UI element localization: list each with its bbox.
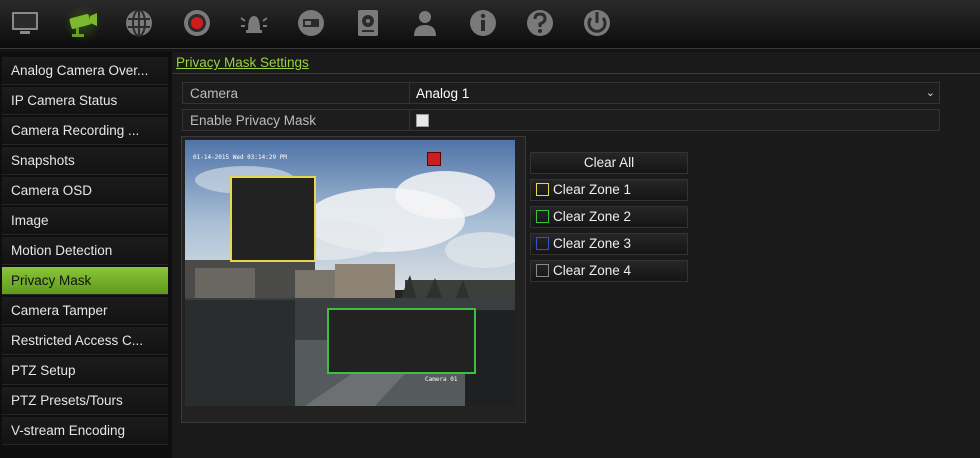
osd-timestamp: 01-14-2015 Wed 03:14:29 PM [193,154,287,161]
clear-zone-1-label: Clear Zone 1 [553,182,632,197]
monitor-icon[interactable] [6,4,44,42]
page-title: Privacy Mask Settings [176,55,309,70]
zone-1-swatch-icon [536,183,549,196]
clear-zone-3-label: Clear Zone 3 [553,236,632,251]
zone-3-swatch-icon [536,237,549,250]
sidebar: Analog Camera Over... IP Camera Status C… [0,52,172,458]
network-icon[interactable] [120,4,158,42]
recording-indicator-icon [427,152,441,166]
clear-zone-1-button[interactable]: Clear Zone 1 [530,179,688,201]
sidebar-item-motion-detection[interactable]: Motion Detection [2,237,168,265]
clear-zone-2-button[interactable]: Clear Zone 2 [530,206,688,228]
clear-all-button[interactable]: Clear All [530,152,688,174]
help-icon[interactable] [521,4,559,42]
info-icon[interactable] [464,4,502,42]
sidebar-item-analog-camera-overview[interactable]: Analog Camera Over... [2,57,168,85]
clear-zone-3-button[interactable]: Clear Zone 3 [530,233,688,255]
top-toolbar [0,0,980,49]
device-icon[interactable] [292,4,330,42]
zone-2-swatch-icon [536,210,549,223]
sidebar-item-camera-tamper[interactable]: Camera Tamper [2,297,168,325]
user-icon[interactable] [406,4,444,42]
power-icon[interactable] [578,4,616,42]
camera-select-value: Analog 1 [416,86,470,101]
osd-camera-name: Camera 01 [425,376,458,383]
video-preview-frame: 01-14-2015 Wed 03:14:29 PM Camera 01 [181,136,526,423]
main-panel: Privacy Mask Settings Camera Analog 1 ⌄ … [172,52,980,458]
record-icon[interactable] [178,4,216,42]
sidebar-item-snapshots[interactable]: Snapshots [2,147,168,175]
chevron-down-icon: ⌄ [925,87,935,99]
alarm-icon[interactable] [235,4,273,42]
clear-zone-4-label: Clear Zone 4 [553,263,632,278]
sidebar-item-privacy-mask[interactable]: Privacy Mask [2,267,168,295]
camera-icon[interactable] [64,4,102,42]
sidebar-item-camera-recording[interactable]: Camera Recording ... [2,117,168,145]
title-divider [172,73,980,74]
enable-privacy-mask-checkbox[interactable] [416,114,429,127]
sidebar-item-v-stream-encoding[interactable]: V-stream Encoding [2,417,168,445]
enable-privacy-mask-label: Enable Privacy Mask [190,113,317,128]
storage-icon[interactable] [349,4,387,42]
camera-row: Camera Analog 1 ⌄ [182,82,940,104]
enable-privacy-mask-row: Enable Privacy Mask [182,109,940,131]
camera-label: Camera [190,86,239,101]
sidebar-item-ip-camera-status[interactable]: IP Camera Status [2,87,168,115]
sidebar-item-ptz-presets-tours[interactable]: PTZ Presets/Tours [2,387,168,415]
clear-zone-2-label: Clear Zone 2 [553,209,632,224]
sidebar-item-image[interactable]: Image [2,207,168,235]
zone-4-swatch-icon [536,264,549,277]
privacy-zone-2[interactable] [327,308,476,374]
privacy-zone-1[interactable] [230,176,316,262]
clear-zone-4-button[interactable]: Clear Zone 4 [530,260,688,282]
enable-privacy-mask-cell [409,110,939,130]
sidebar-item-restricted-access[interactable]: Restricted Access C... [2,327,168,355]
sidebar-item-camera-osd[interactable]: Camera OSD [2,177,168,205]
video-preview[interactable]: 01-14-2015 Wed 03:14:29 PM Camera 01 [185,140,515,406]
sidebar-item-ptz-setup[interactable]: PTZ Setup [2,357,168,385]
camera-select[interactable]: Analog 1 ⌄ [409,83,939,103]
